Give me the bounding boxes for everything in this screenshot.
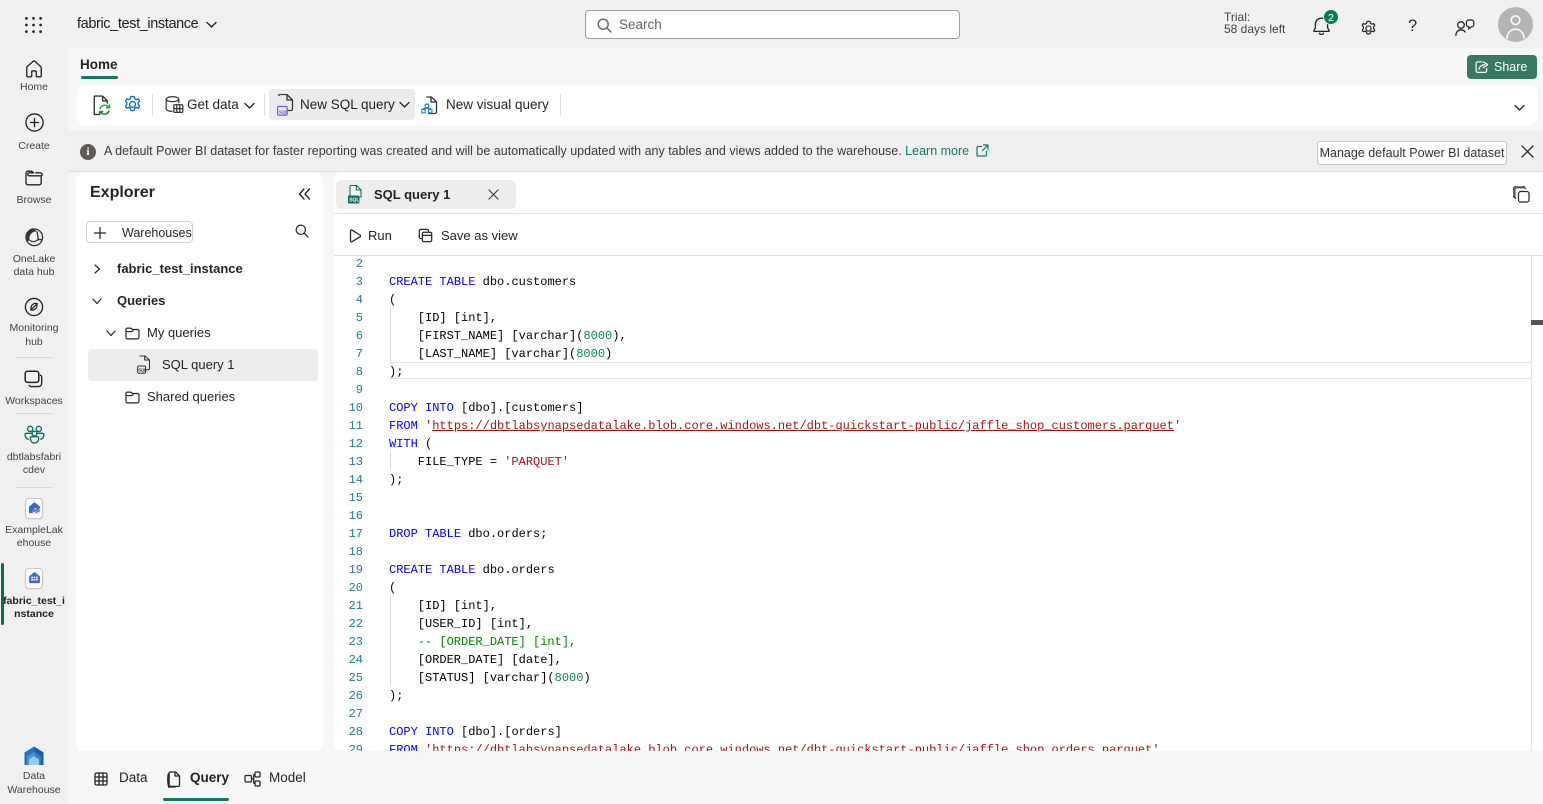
svg-text:SQL: SQL — [138, 368, 147, 373]
svg-text:SQL: SQL — [349, 198, 359, 204]
svg-text:SQL: SQL — [278, 109, 288, 115]
